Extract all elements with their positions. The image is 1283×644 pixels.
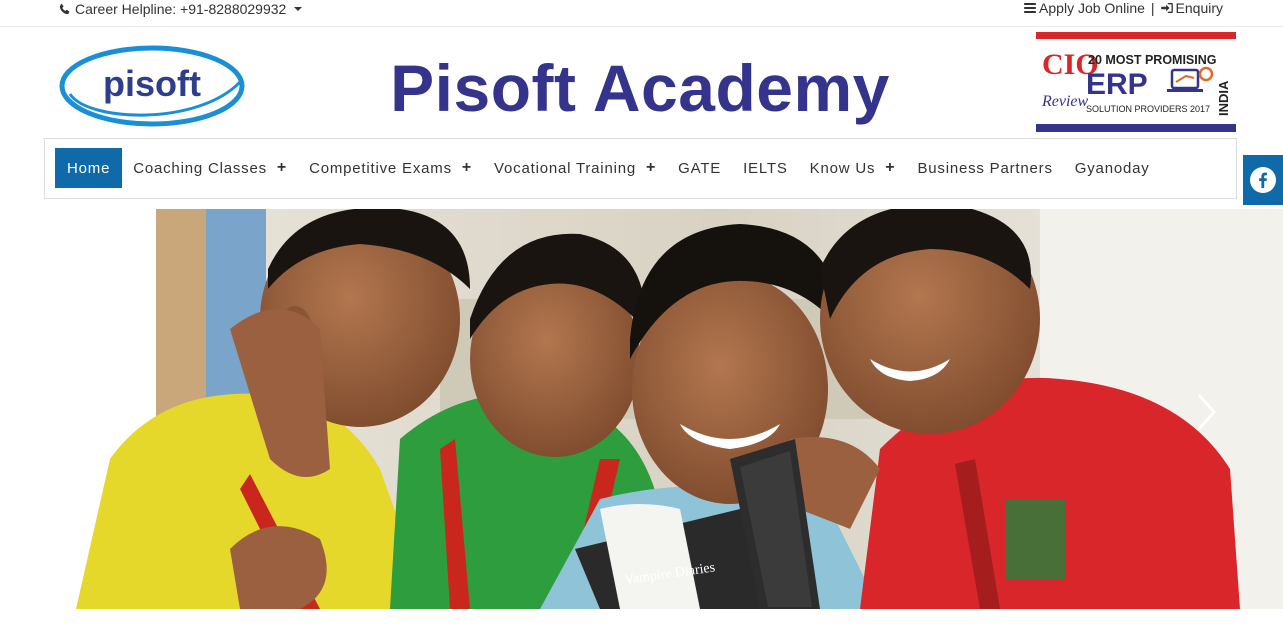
facebook-icon — [1250, 167, 1276, 193]
separator: | — [1150, 0, 1155, 16]
plus-icon: + — [646, 159, 657, 176]
nav-item-label: Coaching Classes — [133, 159, 267, 177]
nav-item-label: IELTS — [743, 159, 788, 177]
career-helpline-dropdown[interactable]: Career Helpline: +91-8288029932 — [58, 1, 303, 17]
nav-item-label: Vocational Training — [494, 159, 636, 177]
badge-country: INDIA — [1216, 80, 1231, 116]
nav-item-label: Competitive Exams — [309, 159, 452, 177]
plus-icon: + — [461, 159, 473, 176]
nav-items: Home Coaching Classes + Competitive Exams + V… — [55, 148, 1161, 188]
nav-item-vocational-training[interactable]: Vocational Training + — [483, 148, 667, 188]
nav-item-label: Gyanoday — [1074, 159, 1150, 177]
nav-item-home[interactable]: Home — [55, 148, 123, 188]
apply-job-link[interactable]: Apply Job Online — [1024, 0, 1145, 16]
helpline-text: Career Helpline: +91-8288029932 — [75, 1, 287, 17]
top-bar: Career Helpline: +91-8288029932 Apply Jo… — [0, 0, 1283, 27]
logo-text: pisoft — [103, 63, 201, 104]
apply-job-label: Apply Job Online — [1039, 0, 1145, 16]
nav-item-label: Home — [67, 159, 111, 177]
phone-icon — [59, 3, 70, 14]
pisoft-logo[interactable]: pisoft — [58, 44, 246, 128]
hero-slider[interactable]: Vampire Diaries — [0, 209, 1283, 609]
review-text: Review — [1041, 93, 1089, 110]
nav-item-know-us[interactable]: Know Us + — [799, 148, 907, 188]
nav-item-gate[interactable]: GATE — [667, 148, 732, 188]
enquiry-label: Enquiry — [1175, 0, 1223, 16]
top-links: Apply Job Online | Enquiry — [1024, 0, 1223, 16]
nav-item-ielts[interactable]: IELTS — [732, 148, 799, 188]
nav-item-label: Business Partners — [917, 159, 1053, 177]
nav-item-business-partners[interactable]: Business Partners — [906, 148, 1063, 188]
cio-review-badge: CIO Review 20 MOST PROMISING ERP SOLUTIO… — [1036, 32, 1236, 132]
slider-next-arrow[interactable] — [1196, 392, 1220, 432]
plus-icon: + — [276, 159, 288, 176]
nav-item-gyanoday[interactable]: Gyanoday — [1064, 148, 1161, 188]
badge-erp: ERP — [1086, 68, 1148, 101]
sign-in-icon — [1160, 3, 1173, 13]
nav-item-label: GATE — [678, 159, 722, 177]
enquiry-link[interactable]: Enquiry — [1160, 0, 1223, 16]
plus-icon: + — [885, 159, 896, 176]
list-icon — [1024, 3, 1036, 13]
badge-headline: 20 MOST PROMISING — [1088, 53, 1217, 67]
badge-subline: SOLUTION PROVIDERS 2017 — [1086, 104, 1210, 114]
caret-down-icon — [294, 7, 303, 11]
nav-item-coaching-classes[interactable]: Coaching Classes + — [122, 148, 298, 188]
main-nav: Home Coaching Classes + Competitive Exams + V… — [44, 138, 1237, 199]
site-title: Pisoft Academy — [390, 51, 890, 125]
nav-item-label: Know Us — [809, 159, 876, 177]
facebook-button[interactable] — [1243, 155, 1283, 205]
nav-item-competitive-exams[interactable]: Competitive Exams + — [298, 148, 483, 188]
children-reading-photo: Vampire Diaries — [76, 209, 1283, 609]
